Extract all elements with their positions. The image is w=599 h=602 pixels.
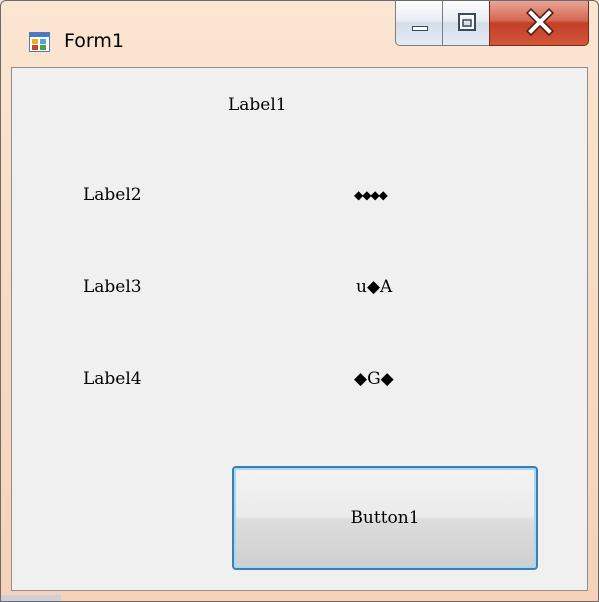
minimize-icon [412, 26, 428, 31]
form-client-area: Label1 Label2 ◆◆◆◆ Label3 u◆A Label4 ◆G◆… [11, 67, 588, 591]
window-bottom-edge [1, 595, 61, 601]
label2: Label2 [83, 185, 142, 205]
window-controls [395, 1, 589, 47]
maximize-button[interactable] [442, 1, 490, 46]
label3: Label3 [83, 277, 142, 297]
close-icon [526, 8, 554, 36]
form1-window: Form1 Label1 Label2 ◆◆◆◆ Label3 u◆A Labe… [0, 0, 599, 602]
label4-value: ◆G◆ [354, 369, 394, 389]
maximize-icon [458, 13, 476, 31]
label3-value: u◆A [356, 277, 393, 297]
window-title: Form1 [64, 30, 124, 52]
label4: Label4 [83, 369, 142, 389]
label2-value: ◆◆◆◆ [354, 188, 388, 202]
minimize-button[interactable] [395, 1, 443, 46]
label1: Label1 [228, 95, 287, 115]
form-app-icon [29, 32, 50, 52]
close-button[interactable] [489, 1, 589, 46]
title-bar[interactable]: Form1 [1, 1, 598, 67]
button1[interactable]: Button1 [232, 466, 538, 570]
